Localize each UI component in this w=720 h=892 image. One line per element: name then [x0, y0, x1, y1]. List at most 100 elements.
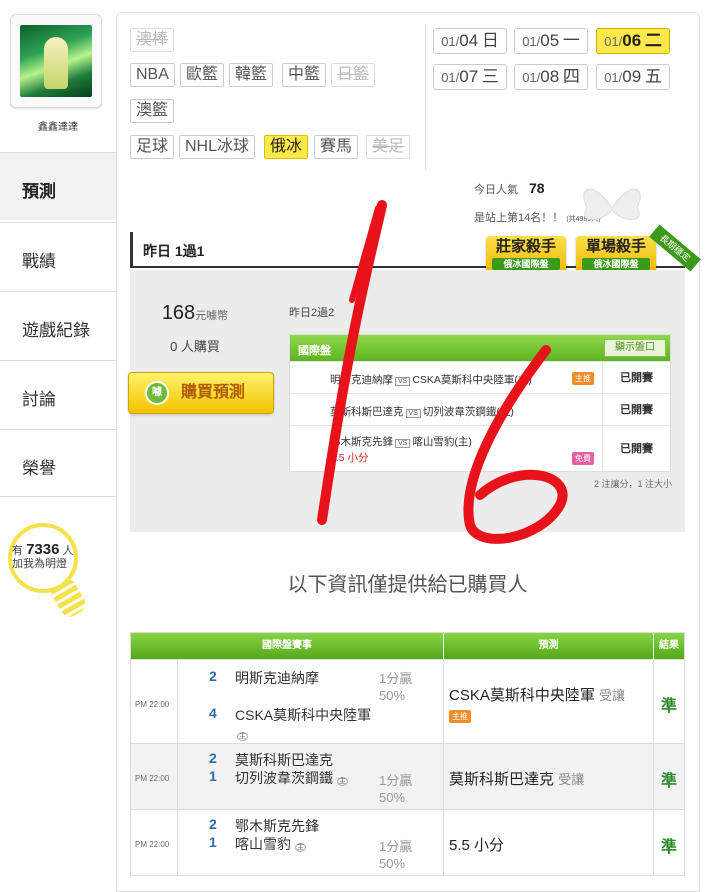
date-md: 01/ [441, 34, 460, 49]
score-home: 1 [209, 834, 217, 850]
list-item: 鄂木斯克先鋒 VS 喀山雪豹(主) 5.5 小分 免費 已開賽 [290, 425, 670, 471]
sport-tab-euro-basketball[interactable]: 歐籃 [180, 63, 225, 87]
featured-tag: 主推 [572, 372, 594, 385]
avatar[interactable] [10, 14, 102, 108]
home-mark: 主 [336, 777, 348, 786]
divider [425, 24, 426, 170]
team-away: 明斯克迪納摩 [235, 670, 319, 686]
badge-sub: 俄冰國際盤 [492, 258, 560, 270]
footnote: 2 注讓分，1 注大小 [593, 479, 672, 489]
odds: 1分贏 50% [379, 670, 412, 704]
prediction: 5.5 小分 [449, 837, 505, 854]
sport-tab-nba[interactable]: NBA [130, 63, 175, 87]
score-away: 2 [209, 668, 217, 684]
team-away: 莫斯科斯巴達克 [235, 752, 333, 768]
sport-tab-china-basketball[interactable]: 中籃 [282, 63, 327, 87]
free-tag: 免費 [572, 452, 594, 465]
table-row: PM 22:00 2 明斯克迪納摩 4 CSKA莫斯科中央陸軍 主 1分贏 50%… [131, 659, 684, 744]
game-text: 莫斯科斯巴達克 VS 切列波韋茨鋼鐵(主) [330, 404, 514, 419]
prediction-note: 受讓 [558, 772, 585, 787]
home-mark: 主 [237, 732, 248, 741]
username[interactable]: 鑫鑫達達 [0, 118, 116, 133]
odds-line: 1分贏 [379, 671, 413, 686]
game-status: 已開賽 [602, 362, 670, 393]
result-correct: 準 [661, 698, 678, 715]
lamp-counter[interactable]: 有 7336 人 加我為明燈 [12, 542, 84, 571]
odds-pct: 50% [379, 688, 406, 703]
nav-item-record[interactable]: 戰績 [0, 222, 116, 290]
info-title: 以下資訊僅提供給已購買人 [287, 574, 528, 596]
date-weekday: 四 [562, 67, 580, 86]
sport-tab-russia-hockey[interactable]: 俄冰 [264, 135, 309, 159]
vs-icon: VS [395, 439, 411, 448]
buy-prediction-button[interactable]: 噱購買預測 [128, 372, 274, 414]
intl-label: 國際盤 [298, 345, 331, 357]
odds-pct: 50% [379, 790, 406, 805]
game-sub: 5.5 小分 [330, 452, 369, 464]
featured-tag: 主推 [449, 710, 471, 723]
result-correct: 準 [661, 773, 678, 790]
date-weekday: 五 [644, 67, 662, 86]
team-away: 鄂木斯克先鋒 [235, 818, 319, 834]
sport-tab-soccer[interactable]: 足球 [130, 135, 175, 159]
team-home: CSKA莫斯科中央陸軍(主) [412, 374, 532, 386]
nav-item-honor[interactable]: 榮譽 [0, 429, 116, 497]
vs-icon: VS [405, 409, 421, 418]
game-time: PM 22:00 [135, 840, 170, 849]
avatar-image [20, 25, 92, 97]
show-odds-button[interactable]: 顯示盤口 [604, 339, 666, 357]
date-md: 01/ [604, 70, 623, 85]
intl-games-box: 國際盤 顯示盤口 明斯克迪納摩 VS CSKA莫斯科中央陸軍(主) 主推 已開賽 莫斯… [289, 334, 671, 472]
result-correct: 準 [661, 839, 678, 856]
score-away: 2 [209, 816, 217, 832]
date-tab-0104[interactable]: 01/04 日 [433, 28, 507, 54]
date-tab-0106[interactable]: 01/06 二 [596, 28, 670, 54]
date-md: 01/ [522, 70, 541, 85]
prediction-table: 國際盤賽事 預測 結果 PM 22:00 2 明斯克迪納摩 4 CSKA莫斯科中… [130, 632, 685, 876]
nav-item-predict[interactable]: 預測 [0, 152, 116, 220]
date-tab-0105[interactable]: 01/05 一 [514, 28, 588, 54]
date-weekday: 三 [481, 67, 499, 86]
game-time: PM 22:00 [135, 700, 170, 709]
sport-tab-aus-baseball: 澳棒 [130, 28, 175, 52]
date-md: 01/ [604, 34, 623, 49]
prediction-team: CSKA莫斯科中央陸軍 [449, 687, 595, 704]
table-row: PM 22:00 2 鄂木斯克先鋒 1 喀山雪豹 主 1分贏 50% 5.5 小分… [131, 809, 684, 876]
nav-item-game-history[interactable]: 遊戲紀錄 [0, 291, 116, 359]
yesterday-title: 昨日 1過1 [130, 232, 204, 268]
team-away: 明斯克迪納摩 [330, 374, 393, 386]
popularity: 今日人氣 78 [474, 180, 545, 197]
sport-tab-american-football: 美足 [366, 135, 411, 159]
date-weekday: 二 [644, 31, 662, 50]
date-tab-0108[interactable]: 01/08 四 [514, 64, 588, 90]
odds: 1分贏 50% [379, 772, 412, 806]
team-home-name: 喀山雪豹 [235, 836, 291, 852]
prediction: 莫斯科斯巴達克 受讓 [449, 768, 584, 789]
date-day: 04 [459, 31, 479, 50]
butterfly-icon [583, 188, 641, 220]
team-home: 喀山雪豹 主 [235, 834, 306, 854]
team-home: 喀山雪豹(主) [412, 436, 472, 448]
nav-item-discussion[interactable]: 討論 [0, 360, 116, 428]
date-tab-0109[interactable]: 01/09 五 [596, 64, 670, 90]
lamp-suffix: 人 [62, 545, 74, 557]
team-away: 鄂木斯克先鋒 [330, 436, 393, 448]
odds-line: 1分贏 [379, 773, 413, 788]
sport-tab-korea-basketball[interactable]: 韓籃 [229, 63, 274, 87]
list-item: 莫斯科斯巴達克 VS 切列波韋茨鋼鐵(主) 已開賽 [290, 393, 670, 425]
price-value: 168 [161, 302, 196, 324]
date-weekday: 日 [481, 31, 499, 50]
sport-tab-nhl[interactable]: NHL冰球 [179, 135, 256, 159]
date-tab-0107[interactable]: 01/07 三 [433, 64, 507, 90]
sport-tab-japan-basketball: 日籃 [331, 63, 376, 87]
price-unit: 元噱幣 [195, 310, 229, 322]
coin-icon: 噱 [145, 381, 169, 405]
prediction-team: 莫斯科斯巴達克 [449, 771, 555, 788]
intl-header: 國際盤 顯示盤口 [290, 335, 670, 361]
col-header-event: 國際盤賽事 [131, 633, 443, 659]
sport-tab-aus-basketball[interactable]: 澳籃 [130, 99, 175, 123]
team-home: 切列波韋茨鋼鐵 主 [235, 768, 348, 788]
vs-icon: VS [395, 377, 411, 386]
lamp-caption: 加我為明燈 [12, 558, 67, 570]
sport-tab-horse-racing[interactable]: 賽馬 [314, 135, 359, 159]
